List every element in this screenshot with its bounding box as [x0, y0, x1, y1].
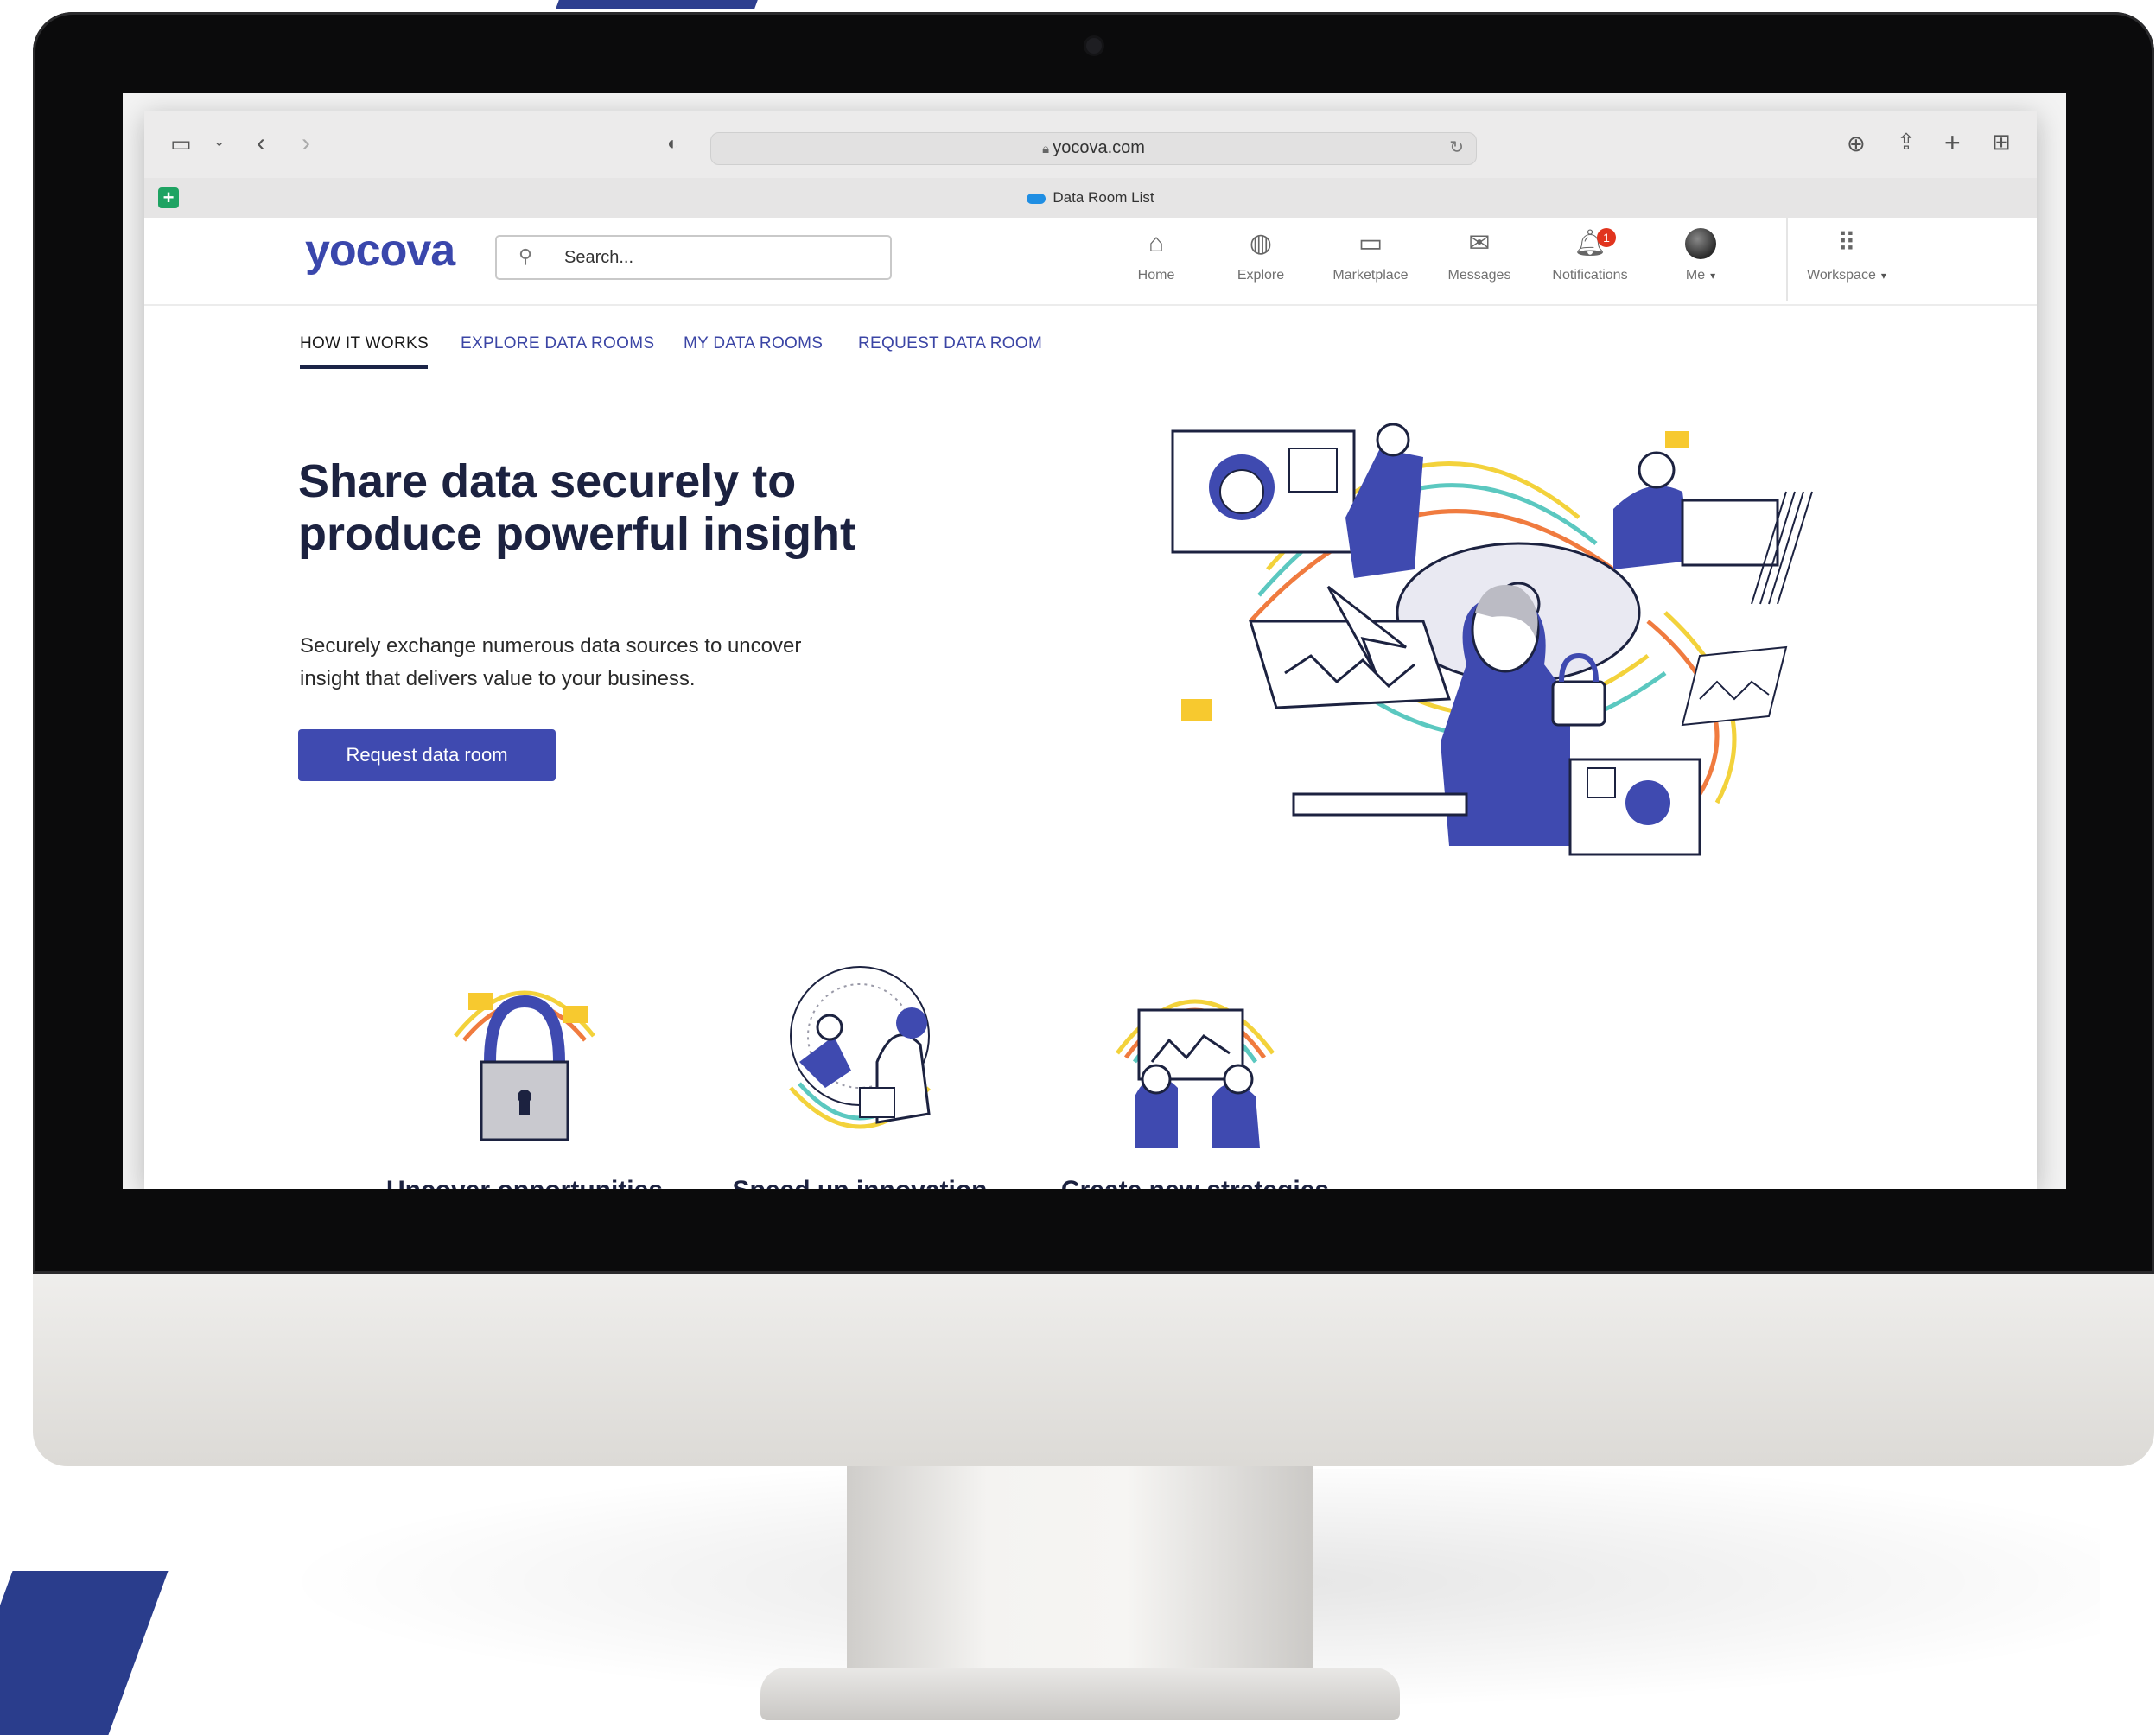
browser-toolbar: ▭ ⌄ ‹ › ◐ 🔒︎ yocova.com ↻ ⊕ ⇪ + ⊞ — [144, 111, 2037, 178]
feature-title-uncover: Uncover opportunities — [343, 1176, 706, 1189]
back-icon[interactable]: ‹ — [257, 130, 265, 156]
globe-icon: ◍ — [1249, 229, 1273, 257]
forward-icon[interactable]: › — [302, 130, 310, 156]
hero-illustration — [1171, 423, 1813, 856]
bell-icon: 🔔︎ — [1573, 229, 1607, 257]
nav-notifications[interactable]: 🔔︎ 1 Notifications — [1542, 226, 1638, 283]
shield-icon[interactable]: ◐ — [667, 134, 678, 153]
monitor-stand-base — [760, 1668, 1400, 1720]
nav-workspace-label: Workspace — [1807, 268, 1876, 283]
nav-home[interactable]: ⌂ Home — [1109, 226, 1204, 283]
hero-title-line-1: Share data securely to — [298, 455, 797, 507]
nav-explore[interactable]: ◍ Explore — [1213, 226, 1308, 283]
address-bar[interactable]: 🔒︎ yocova.com ↻ — [710, 132, 1477, 165]
download-icon[interactable]: ⊕ — [1847, 132, 1866, 155]
nav-marketplace-label: Marketplace — [1332, 268, 1409, 283]
nav-marketplace[interactable]: ▭ Marketplace — [1323, 226, 1418, 283]
hero-description: Securely exchange numerous data sources … — [300, 630, 905, 696]
notification-badge: 1 — [1597, 228, 1616, 247]
feature-title-speed: Speed up innovation — [678, 1176, 1041, 1189]
salesforce-cloud-icon — [1027, 193, 1046, 204]
feature-illustration-strategy — [1116, 999, 1275, 1148]
search-placeholder: Search... — [564, 248, 634, 267]
nav-home-label: Home — [1137, 268, 1175, 283]
tab-bar: Data Room List — [144, 178, 2037, 219]
nav-explore-label: Explore — [1237, 268, 1285, 283]
sheets-icon[interactable]: + — [158, 187, 179, 208]
home-icon: ⌂ — [1148, 229, 1165, 257]
nav-messages-label: Messages — [1447, 268, 1511, 283]
decor-stripe-bottom — [0, 1571, 169, 1735]
tab-my-data-rooms[interactable]: MY DATA ROOMS — [684, 334, 823, 353]
nav-me-label: Me — [1685, 268, 1706, 283]
tab-how-it-works[interactable]: HOW IT WORKS — [300, 334, 429, 353]
yocova-logo[interactable]: yocova — [305, 225, 455, 276]
lock-icon: 🔒︎ — [1042, 142, 1053, 156]
nav-workspace[interactable]: ⠿ Workspace ▾ — [1795, 226, 1898, 283]
nav-messages[interactable]: ✉ Messages — [1432, 226, 1527, 283]
active-tab-underline — [300, 365, 428, 369]
tab-request-data-room[interactable]: REQUEST DATA ROOM — [858, 334, 1042, 353]
search-input[interactable]: ⚲ Search... — [495, 235, 892, 280]
caret-down-icon: ▾ — [1710, 270, 1716, 282]
tab-title: Data Room List — [1053, 189, 1154, 206]
sidebar-toggle-icon[interactable]: ▭ — [170, 132, 192, 155]
grid-icon: ⠿ — [1837, 229, 1856, 257]
search-icon: ⚲ — [518, 245, 533, 267]
feature-illustration-innovation — [789, 966, 931, 1129]
feature-title-strategies: Create new strategies — [1014, 1176, 1377, 1189]
tab-overview-icon[interactable]: ⊞ — [1992, 130, 2011, 153]
envelope-icon: ✉ — [1468, 229, 1491, 257]
monitor-chin — [33, 1274, 2154, 1466]
nav-notifications-label: Notifications — [1552, 268, 1628, 283]
decor-stripe-top — [556, 0, 758, 9]
monitor-icon: ▭ — [1358, 229, 1383, 257]
camera — [1086, 38, 1102, 54]
request-data-room-button[interactable]: Request data room — [298, 729, 556, 781]
caret-down-icon: ▾ — [1880, 270, 1886, 282]
new-tab-icon[interactable]: + — [1944, 129, 1961, 156]
nav-me[interactable]: Me ▾ — [1653, 226, 1748, 283]
feature-illustration-lock — [454, 990, 595, 1141]
screen: ▭ ⌄ ‹ › ◐ 🔒︎ yocova.com ↻ ⊕ ⇪ + ⊞ Data R… — [123, 93, 2066, 1189]
hero-description-line-1: Securely exchange numerous data sources … — [300, 634, 802, 658]
avatar — [1685, 228, 1716, 259]
tab-explore-data-rooms[interactable]: EXPLORE DATA ROOMS — [461, 334, 654, 353]
hero-title-line-2: produce powerful insight — [298, 508, 855, 560]
share-icon[interactable]: ⇪ — [1897, 130, 1916, 153]
hero-description-line-2: insight that delivers value to your busi… — [300, 667, 696, 690]
hero-title: Share data securely to produce powerful … — [298, 455, 955, 561]
app-header: yocova ⚲ Search... ⌂ Home ◍ Explore ▭ Ma… — [144, 218, 2037, 306]
browser-window: ▭ ⌄ ‹ › ◐ 🔒︎ yocova.com ↻ ⊕ ⇪ + ⊞ Data R… — [144, 111, 2037, 1189]
chevron-down-icon[interactable]: ⌄ — [213, 136, 225, 149]
nav-divider — [1786, 218, 1788, 301]
url-text: yocova.com — [1053, 138, 1145, 157]
reload-icon[interactable]: ↻ — [1449, 139, 1464, 156]
tab-active[interactable]: Data Room List — [144, 189, 2037, 207]
